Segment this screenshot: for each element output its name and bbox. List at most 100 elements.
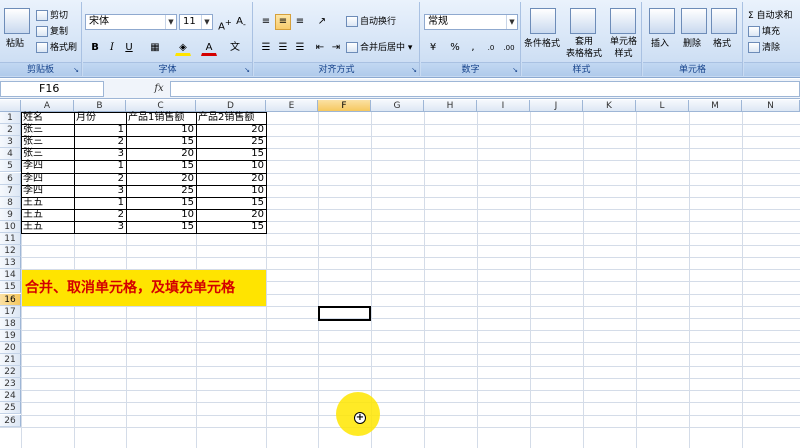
chevron-down-icon[interactable]: ▼ (165, 15, 176, 29)
format-icon[interactable] (711, 8, 737, 34)
table-cell[interactable]: 2 (74, 173, 126, 185)
table-cell[interactable]: 15 (196, 148, 266, 160)
table-cell[interactable]: 20 (126, 173, 196, 185)
row-header[interactable]: 14 (0, 269, 21, 282)
table-cell[interactable]: 15 (196, 197, 266, 209)
table-cell[interactable]: 2 (74, 136, 126, 148)
cell-styles-button[interactable]: 单元格 样式 (610, 36, 637, 60)
column-header[interactable]: M (689, 100, 742, 112)
row-header[interactable]: 15 (0, 281, 21, 294)
table-cell[interactable]: 王五 (21, 209, 74, 221)
conditional-format-button[interactable]: 条件格式 (524, 38, 560, 50)
fill-color-icon[interactable]: ◈ (175, 40, 191, 56)
column-header[interactable]: A (21, 100, 74, 112)
row-header[interactable]: 4 (0, 148, 21, 161)
table-cell[interactable]: 李四 (21, 173, 74, 185)
table-cell[interactable]: 王五 (21, 197, 74, 209)
currency-icon[interactable]: ¥ (425, 40, 441, 56)
row-header[interactable]: 11 (0, 233, 21, 246)
table-cell[interactable]: 李四 (21, 185, 74, 197)
table-cell[interactable]: 2 (74, 209, 126, 221)
align-left-icon[interactable]: ☰ (258, 40, 274, 56)
row-header[interactable]: 25 (0, 402, 21, 415)
insert-icon[interactable] (649, 8, 675, 34)
formula-input[interactable] (170, 81, 800, 97)
table-cell[interactable]: 李四 (21, 160, 74, 172)
table-cell[interactable]: 1 (74, 124, 126, 136)
autosum-button[interactable]: Σ 自动求和 (748, 10, 793, 22)
table-cell[interactable]: 3 (74, 221, 126, 233)
column-header[interactable]: F (318, 100, 371, 112)
grow-font-button[interactable]: A+ (217, 14, 233, 32)
table-cell[interactable]: 15 (196, 221, 266, 233)
column-header[interactable]: K (583, 100, 636, 112)
wrap-text-button[interactable]: 自动换行 (346, 16, 396, 28)
align-bottom-icon[interactable]: ≡ (292, 14, 308, 30)
row-header[interactable]: 21 (0, 354, 21, 367)
table-cell[interactable]: 15 (126, 160, 196, 172)
underline-button[interactable]: U (121, 40, 137, 56)
row-header[interactable]: 17 (0, 305, 21, 318)
dialog-launcher-icon[interactable]: ↘ (512, 66, 518, 74)
select-all-corner[interactable] (0, 100, 21, 112)
table-cell[interactable]: 10 (196, 185, 266, 197)
row-header[interactable]: 26 (0, 414, 21, 427)
table-cell[interactable]: 20 (126, 148, 196, 160)
italic-button[interactable]: I (104, 40, 120, 56)
row-header[interactable]: 24 (0, 390, 21, 403)
row-header[interactable]: 8 (0, 196, 21, 209)
dialog-launcher-icon[interactable]: ↘ (411, 66, 417, 74)
fill-button[interactable]: 填充 (748, 26, 780, 38)
table-format-button[interactable]: 套用 表格格式 (566, 36, 602, 60)
cut-button[interactable]: 剪切 (36, 10, 68, 22)
number-format-combo[interactable]: 常规 ▼ (424, 14, 518, 30)
dialog-launcher-icon[interactable]: ↘ (73, 66, 79, 74)
conditional-format-icon[interactable] (530, 8, 556, 34)
table-cell[interactable]: 20 (196, 124, 266, 136)
font-size-combo[interactable]: 11 ▼ (179, 14, 213, 30)
column-header[interactable]: H (424, 100, 477, 112)
align-right-icon[interactable]: ☰ (292, 40, 308, 56)
column-header[interactable]: I (477, 100, 530, 112)
borders-icon[interactable]: ▦ (147, 40, 163, 56)
row-header[interactable]: 10 (0, 220, 21, 233)
shrink-font-button[interactable]: A- (233, 14, 249, 30)
clear-button[interactable]: 清除 (748, 42, 780, 54)
chevron-down-icon[interactable]: ▼ (201, 15, 212, 29)
increase-decimal-icon[interactable]: .0 (483, 40, 499, 56)
insert-button[interactable]: 插入 (651, 38, 669, 50)
align-center-icon[interactable]: ☰ (275, 40, 291, 56)
dialog-launcher-icon[interactable]: ↘ (244, 66, 250, 74)
row-header[interactable]: 23 (0, 378, 21, 391)
row-header[interactable]: 12 (0, 245, 21, 258)
row-header[interactable]: 13 (0, 257, 21, 270)
column-header[interactable]: C (126, 100, 196, 112)
table-cell[interactable]: 15 (126, 136, 196, 148)
delete-button[interactable]: 删除 (683, 38, 701, 50)
row-header[interactable]: 9 (0, 208, 21, 221)
table-cell[interactable]: 张三 (21, 148, 74, 160)
delete-icon[interactable] (681, 8, 707, 34)
decrease-decimal-icon[interactable]: .00 (501, 40, 517, 56)
row-header[interactable]: 19 (0, 329, 21, 342)
table-cell[interactable]: 1 (74, 160, 126, 172)
active-cell-selection[interactable] (318, 306, 371, 321)
table-cell[interactable]: 1 (74, 197, 126, 209)
bold-button[interactable]: B (87, 40, 103, 56)
row-header[interactable]: 7 (0, 184, 21, 197)
column-header[interactable]: N (742, 100, 800, 112)
table-cell[interactable]: 20 (196, 173, 266, 185)
row-header[interactable]: 18 (0, 317, 21, 330)
copy-button[interactable]: 复制 (36, 26, 68, 38)
name-box[interactable]: F16 (0, 81, 104, 97)
table-header-cell[interactable]: 产品2销售额 (196, 112, 266, 124)
decrease-indent-icon[interactable]: ⇤ (312, 40, 328, 56)
table-cell[interactable]: 25 (196, 136, 266, 148)
table-cell[interactable]: 15 (126, 221, 196, 233)
table-format-icon[interactable] (570, 8, 596, 34)
column-header[interactable]: D (196, 100, 266, 112)
table-header-cell[interactable]: 姓名 (21, 112, 74, 124)
chevron-down-icon[interactable]: ▼ (506, 15, 517, 29)
column-header[interactable]: G (371, 100, 424, 112)
row-header[interactable]: 6 (0, 172, 21, 185)
